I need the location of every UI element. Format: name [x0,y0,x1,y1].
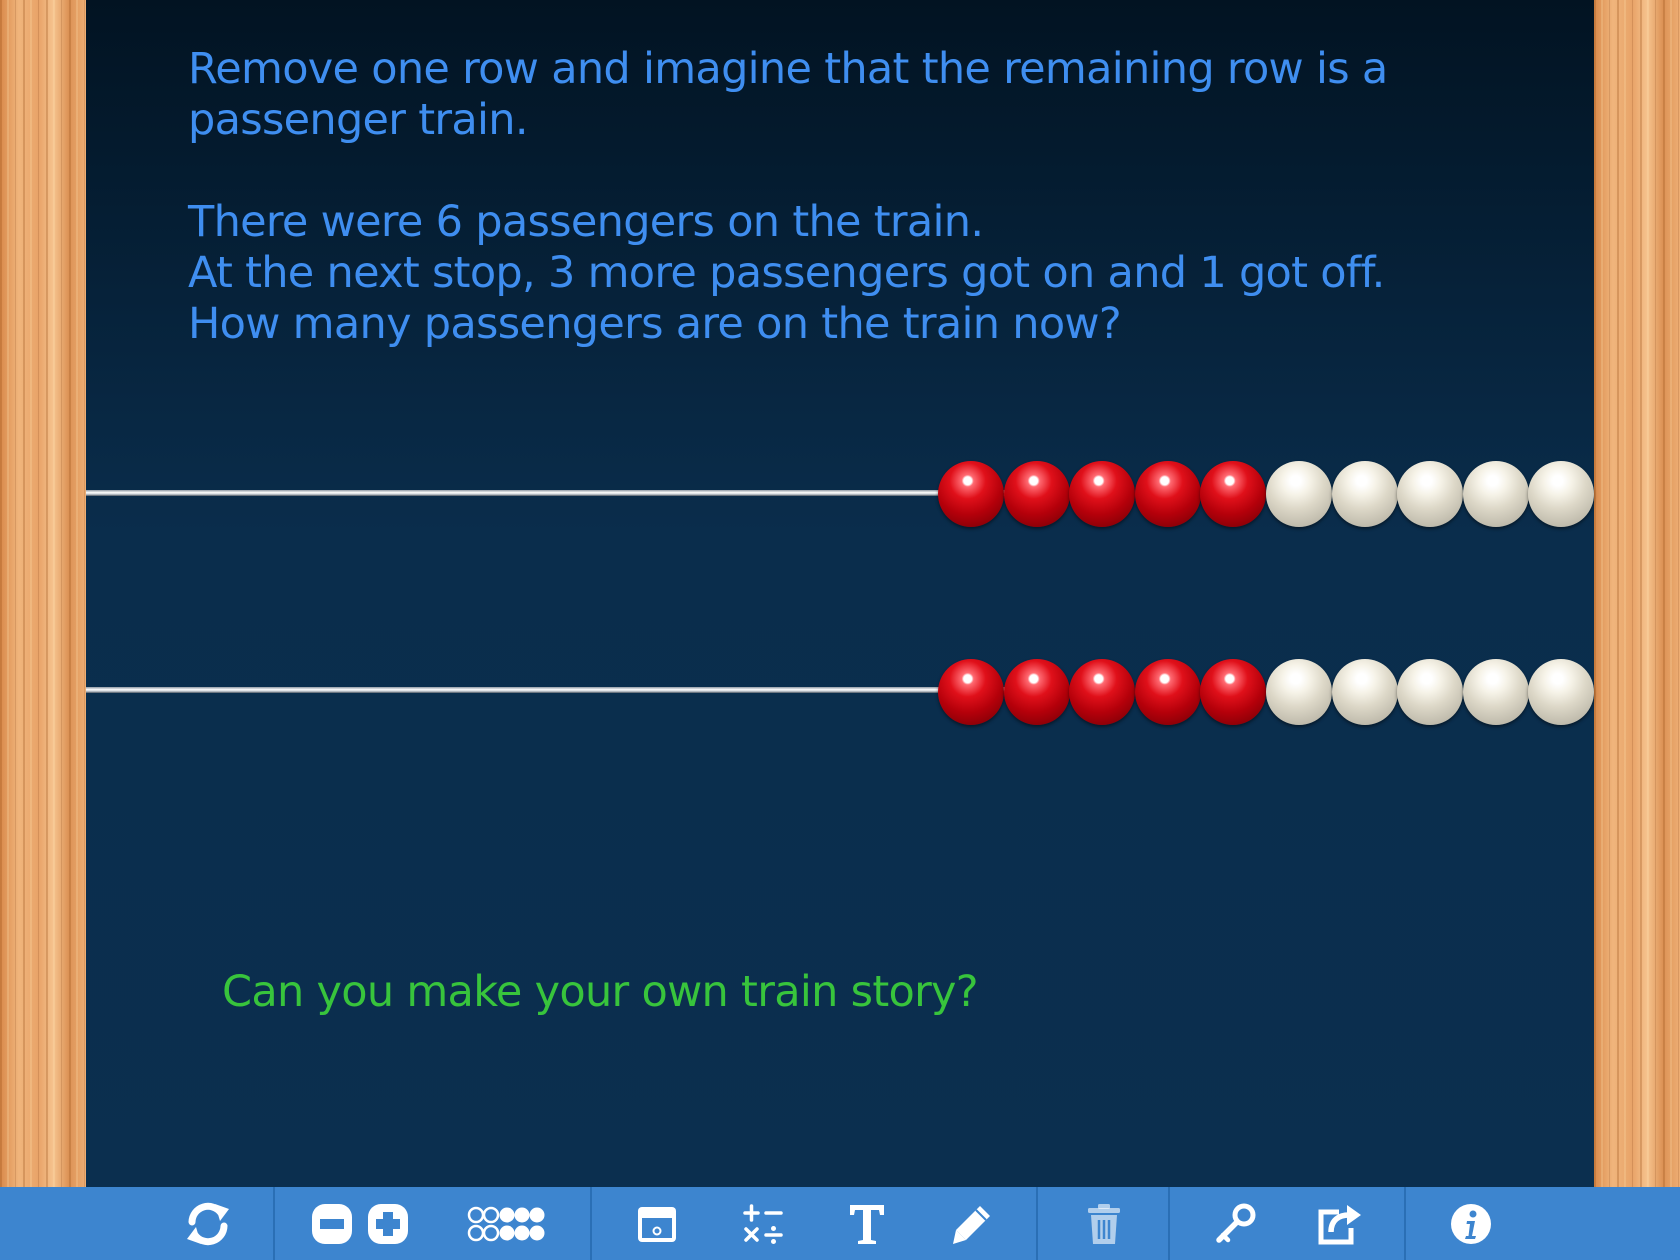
challenge-question: Can you make your own train story? [222,967,979,1017]
trash-button[interactable] [1082,1187,1126,1260]
share-button[interactable] [1314,1187,1366,1260]
toolbar-divider [1036,1187,1038,1260]
white-bead[interactable] [1266,461,1332,527]
white-bead[interactable] [1266,659,1332,725]
white-bead[interactable] [1397,461,1464,527]
add-row-icon [368,1203,408,1244]
info-button[interactable] [1448,1187,1494,1260]
bead-row-2[interactable] [938,659,1595,725]
prompt-line: At the next stop, 3 more passengers got … [188,248,1385,298]
key-button[interactable] [1210,1187,1260,1260]
red-bead[interactable] [1069,461,1136,527]
prompt-line: passenger train. [188,95,529,145]
red-bead[interactable] [1134,461,1201,527]
remove-row-icon [312,1203,352,1244]
white-bead[interactable] [1331,461,1398,527]
wood-frame-right [1594,0,1680,1187]
remove-row-button[interactable] [310,1187,354,1260]
red-bead[interactable] [1200,461,1267,527]
bead-row-1[interactable] [938,461,1595,527]
white-bead[interactable] [1462,659,1529,725]
bead-groups-button[interactable] [464,1187,550,1260]
share-icon [1318,1204,1361,1244]
text-tool-button[interactable] [846,1187,888,1260]
prompt-line: There were 6 passengers on the train. [188,197,984,247]
wood-frame-left [0,0,86,1187]
story-prompt: Remove one row and imagine that the rema… [188,44,1518,350]
pencil-tool-button[interactable] [948,1187,996,1260]
key-icon [1216,1203,1256,1243]
trash-icon [1088,1203,1120,1244]
rekenrek-board[interactable]: Remove one row and imagine that the rema… [86,0,1595,1187]
red-bead[interactable] [1134,659,1201,725]
prompt-line: How many passengers are on the train now… [188,299,1122,349]
toolbar-divider [590,1187,592,1260]
toolbar-divider [1404,1187,1406,1260]
text-icon [850,1204,884,1244]
white-bead[interactable] [1397,659,1464,725]
red-bead[interactable] [938,461,1004,527]
white-bead[interactable] [1462,461,1529,527]
tray-button[interactable] [634,1187,680,1260]
bead-groups-icon [467,1206,545,1241]
white-bead[interactable] [1528,659,1595,725]
red-bead[interactable] [1069,659,1136,725]
red-bead[interactable] [1200,659,1267,725]
refresh-icon [187,1202,229,1245]
red-bead[interactable] [938,659,1004,725]
add-row-button[interactable] [366,1187,410,1260]
prompt-line: Remove one row and imagine that the rema… [188,44,1388,94]
toolbar-divider [1168,1187,1170,1260]
operations-button[interactable] [740,1187,786,1260]
pencil-icon [953,1205,990,1244]
white-bead[interactable] [1331,659,1398,725]
toolbar-divider [273,1187,275,1260]
info-icon [1451,1203,1491,1244]
red-bead[interactable] [1003,659,1070,725]
red-bead[interactable] [1003,461,1070,527]
tray-icon [638,1206,676,1242]
bottom-toolbar [0,1187,1680,1260]
operations-icon [743,1203,783,1244]
refresh-button[interactable] [180,1187,236,1260]
white-bead[interactable] [1528,461,1595,527]
